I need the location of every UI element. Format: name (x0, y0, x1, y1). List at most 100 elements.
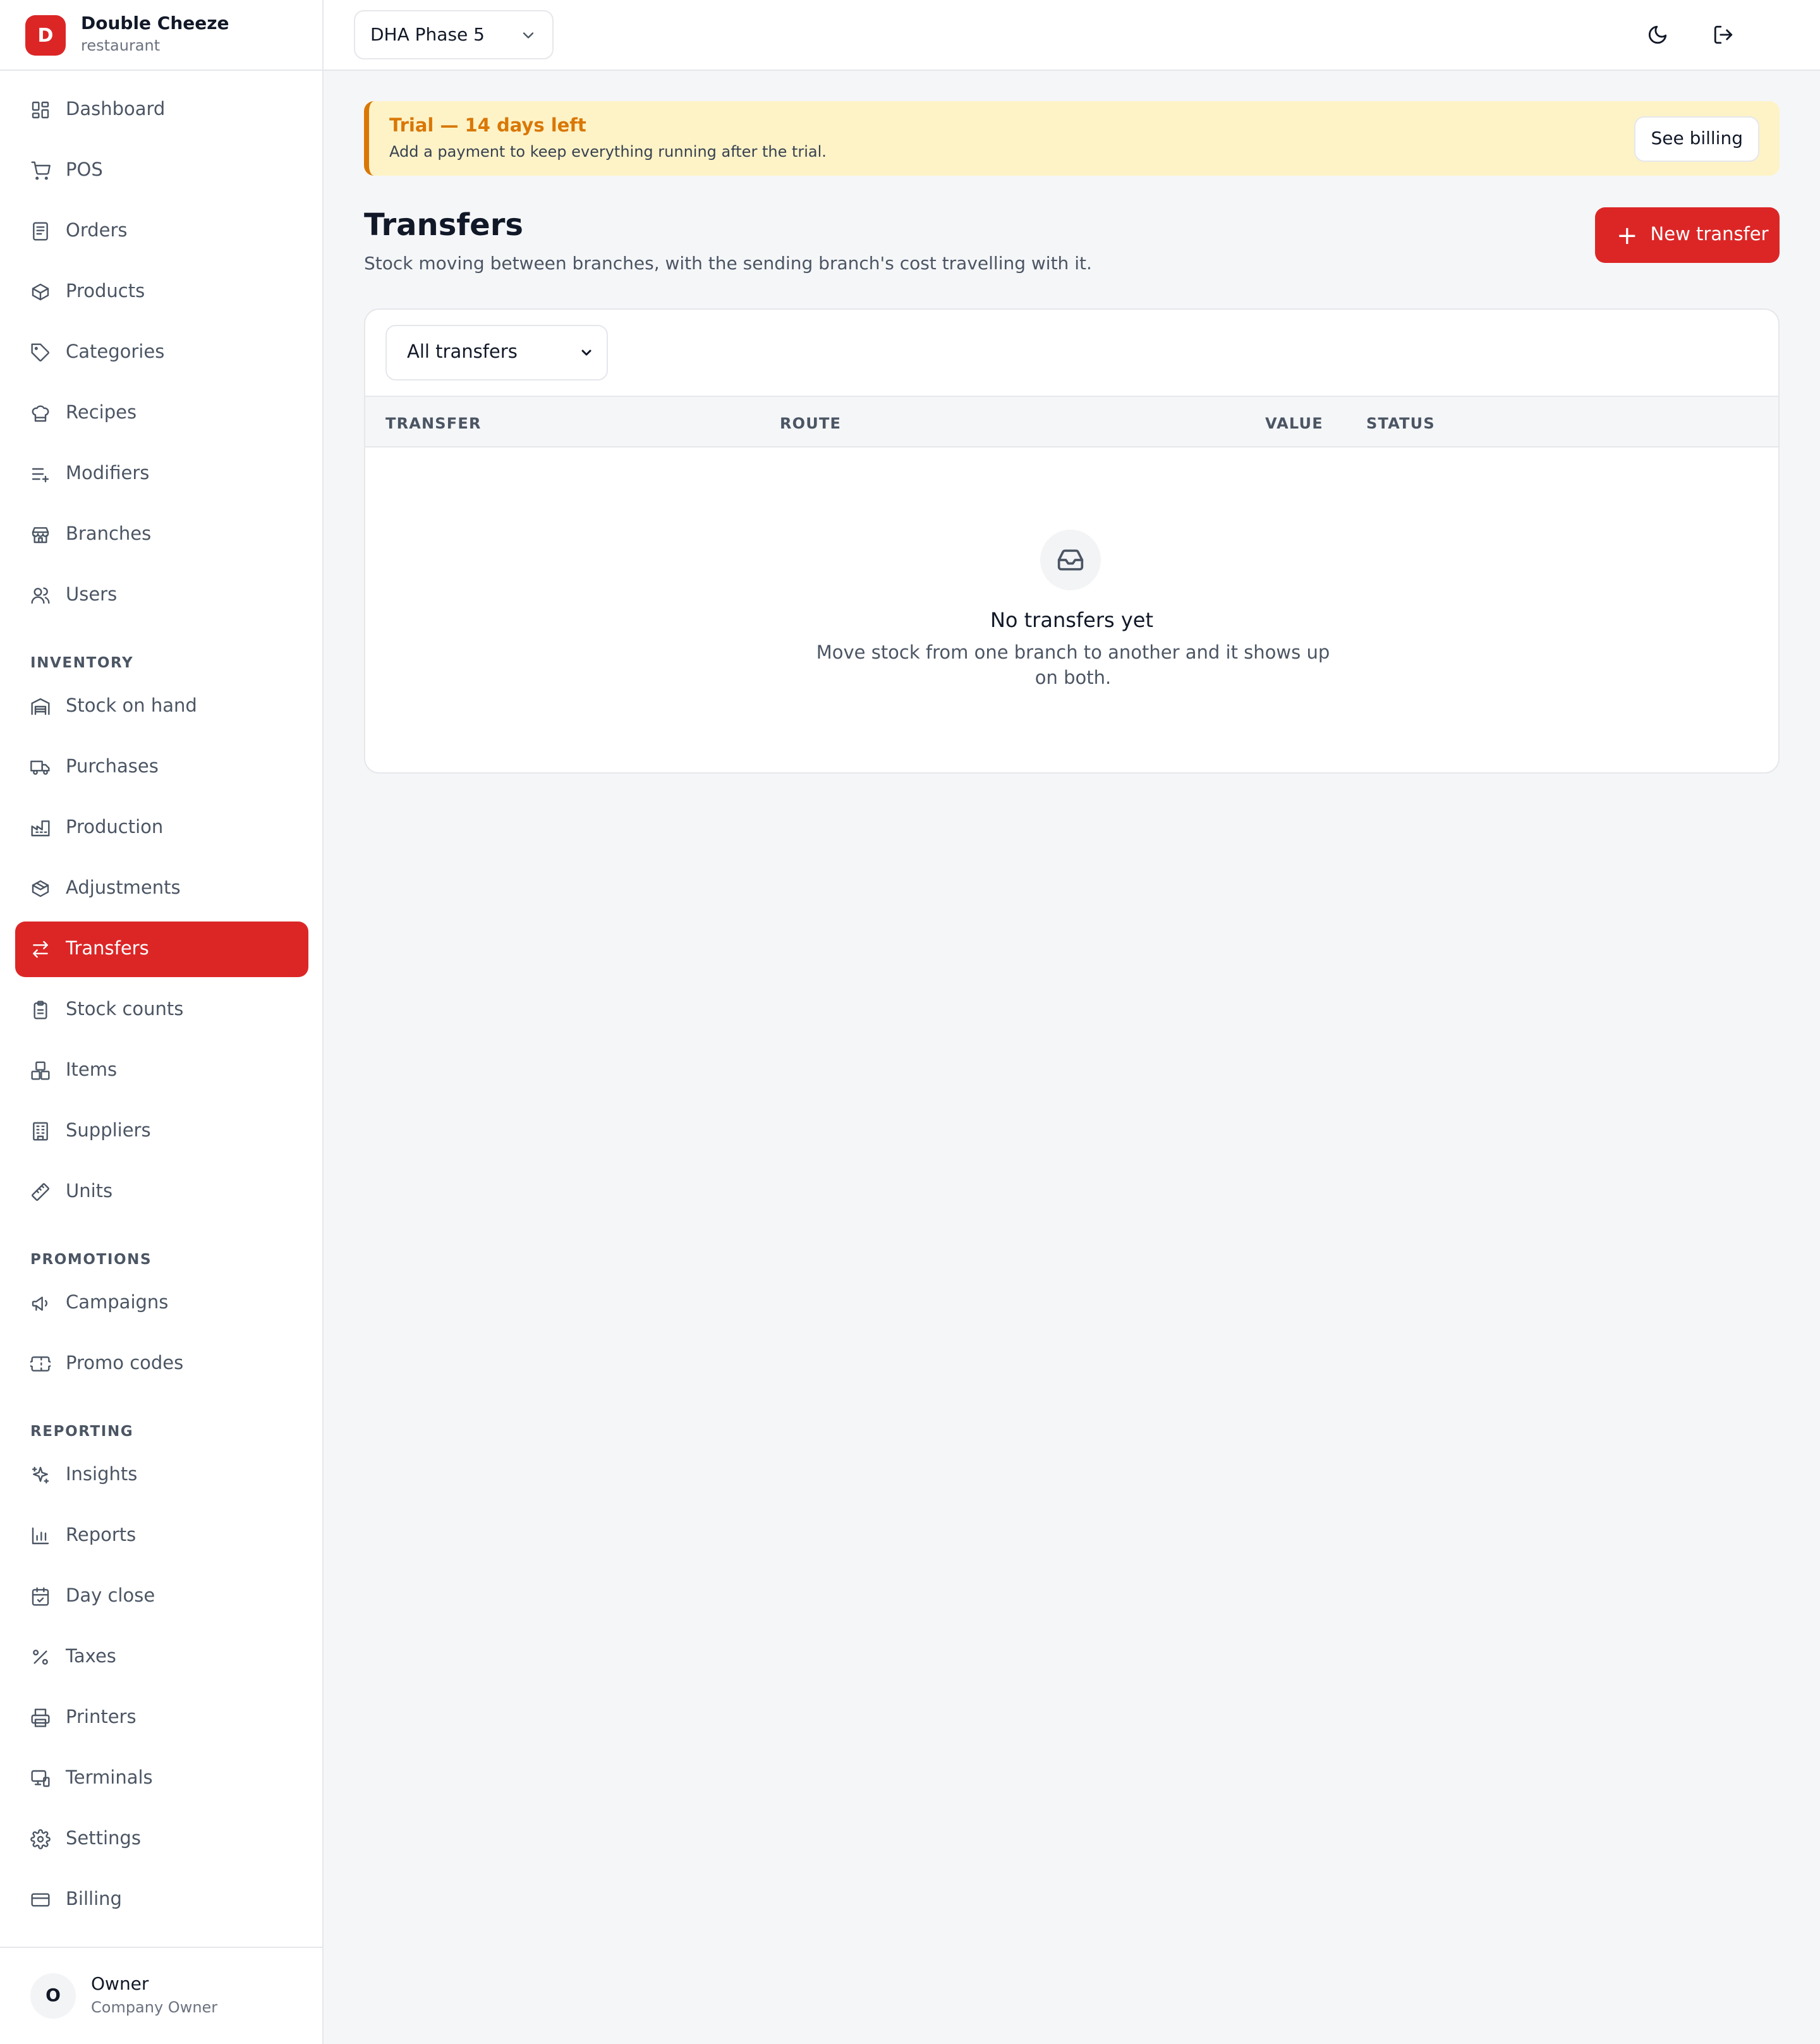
brand-type: restaurant (81, 37, 161, 54)
sidebar-item-label: Day close (66, 1586, 155, 1607)
sidebar-item-reports[interactable]: Reports (15, 1508, 308, 1564)
main-content: Trial — 14 days left Add a payment to ke… (364, 101, 1780, 774)
calendar-check-icon (30, 1586, 51, 1607)
sidebar-item-items[interactable]: Items (15, 1043, 308, 1098)
see-billing-button[interactable]: See billing (1634, 116, 1759, 162)
column-header-status[interactable]: STATUS (1366, 415, 1435, 432)
sidebar-item-pos[interactable]: POS (15, 143, 308, 198)
percent-icon (30, 1647, 51, 1667)
sidebar-item-production[interactable]: Production (15, 800, 308, 856)
store-icon (30, 525, 51, 545)
tag-icon (30, 343, 51, 363)
truck-icon (30, 757, 51, 777)
sidebar-item-label: Categories (66, 343, 165, 363)
theme-toggle-moon-icon[interactable] (1643, 20, 1671, 48)
printer-icon (30, 1708, 51, 1728)
sidebar-item-terminals[interactable]: Terminals (15, 1751, 308, 1806)
sidebar-item-label: Printers (66, 1708, 136, 1728)
sidebar-item-label: Reports (66, 1526, 136, 1546)
sidebar: D Double Cheeze restaurant Dashboard POS O… (0, 0, 324, 2044)
chef-hat-icon (30, 403, 51, 423)
sidebar-item-insights[interactable]: Insights (15, 1447, 308, 1503)
sidebar-item-dashboard[interactable]: Dashboard (15, 82, 308, 138)
list-plus-icon (30, 464, 51, 484)
trial-subtitle: Add a payment to keep everything running… (389, 143, 827, 161)
box-icon (30, 282, 51, 302)
sidebar-item-branches[interactable]: Branches (15, 507, 308, 563)
credit-card-icon (30, 1890, 51, 1910)
sidebar-item-label: Settings (66, 1829, 141, 1849)
column-header-transfer[interactable]: TRANSFER (385, 415, 482, 432)
user-name: Owner (91, 1974, 149, 1995)
empty-state-subtitle: Move stock from one branch to another an… (816, 643, 1330, 689)
empty-state-title: No transfers yet (990, 608, 1154, 632)
sidebar-item-purchases[interactable]: Purchases (15, 739, 308, 795)
topbar: DHA Phase 5 (324, 0, 1820, 71)
sidebar-item-label: Transfers (66, 939, 149, 959)
sidebar-item-users[interactable]: Users (15, 568, 308, 623)
transfer-filter-select[interactable]: All transfers (385, 325, 608, 380)
sidebar-nav: Dashboard POS Orders Products Categories Reci… (0, 82, 324, 1933)
column-header-route[interactable]: ROUTE (780, 415, 841, 432)
user-profile[interactable]: O Owner Company Owner (0, 1947, 324, 2044)
brand-header[interactable]: D Double Cheeze restaurant (0, 0, 322, 71)
sidebar-item-transfers[interactable]: Transfers (15, 922, 308, 977)
receipt-icon (30, 221, 51, 241)
inbox-icon (1040, 530, 1101, 590)
sidebar-item-settings[interactable]: Settings (15, 1811, 308, 1867)
brand-name: Double Cheeze (81, 14, 229, 34)
branch-selector-label: DHA Phase 5 (370, 25, 485, 45)
sidebar-item-campaigns[interactable]: Campaigns (15, 1275, 308, 1331)
sidebar-item-label: Stock on hand (66, 697, 197, 717)
sidebar-item-label: Insights (66, 1465, 138, 1485)
factory-icon (30, 818, 51, 838)
sidebar-item-orders[interactable]: Orders (15, 204, 308, 259)
sidebar-item-recipes[interactable]: Recipes (15, 386, 308, 441)
building-icon (30, 1121, 51, 1141)
trial-banner: Trial — 14 days left Add a payment to ke… (364, 101, 1780, 176)
cart-icon (30, 161, 51, 181)
sidebar-item-stock-counts[interactable]: Stock counts (15, 982, 308, 1038)
clipboard-icon (30, 1000, 51, 1020)
sidebar-item-categories[interactable]: Categories (15, 325, 308, 380)
sidebar-item-suppliers[interactable]: Suppliers (15, 1104, 308, 1159)
sidebar-item-label: Orders (66, 221, 128, 241)
megaphone-icon (30, 1293, 51, 1313)
ticket-icon (30, 1354, 51, 1374)
sidebar-item-label: Users (66, 585, 118, 605)
brand-logo: D (25, 15, 66, 55)
sidebar-item-label: Campaigns (66, 1293, 169, 1313)
sidebar-item-label: Dashboard (66, 100, 166, 120)
plus-icon: + (1617, 220, 1638, 250)
sidebar-item-products[interactable]: Products (15, 264, 308, 320)
new-transfer-button[interactable]: + New transfer (1595, 207, 1780, 263)
sidebar-item-label: Recipes (66, 403, 137, 423)
sidebar-item-billing[interactable]: Billing (15, 1872, 308, 1928)
new-transfer-label: New transfer (1650, 225, 1769, 245)
sidebar-item-printers[interactable]: Printers (15, 1690, 308, 1746)
sidebar-item-adjustments[interactable]: Adjustments (15, 861, 308, 916)
page-title: Transfers (364, 207, 523, 243)
bar-chart-icon (30, 1526, 51, 1546)
sidebar-item-label: Promo codes (66, 1354, 184, 1374)
sidebar-item-modifiers[interactable]: Modifiers (15, 446, 308, 502)
sidebar-item-label: Taxes (66, 1647, 116, 1667)
sidebar-item-units[interactable]: Units (15, 1164, 308, 1220)
sidebar-item-label: Purchases (66, 757, 159, 777)
sidebar-item-promo-codes[interactable]: Promo codes (15, 1336, 308, 1392)
branch-selector[interactable]: DHA Phase 5 (354, 10, 554, 59)
nav-section-promotions: PROMOTIONS (30, 1250, 152, 1268)
ruler-icon (30, 1182, 51, 1202)
monitor-icon (30, 1768, 51, 1789)
nav-section-reporting: REPORTING (30, 1422, 134, 1440)
sidebar-item-day-close[interactable]: Day close (15, 1569, 308, 1624)
sidebar-item-stock-on-hand[interactable]: Stock on hand (15, 679, 308, 734)
sidebar-item-label: Stock counts (66, 1000, 184, 1020)
column-header-value[interactable]: VALUE (1265, 415, 1323, 432)
sidebar-item-taxes[interactable]: Taxes (15, 1629, 308, 1685)
logout-icon[interactable] (1709, 20, 1737, 48)
trial-title: Trial — 14 days left (389, 116, 586, 137)
package-icon (30, 879, 51, 899)
transfers-table-card: All transfers TRANSFER ROUTE VALUE STATU… (364, 308, 1780, 774)
gear-icon (30, 1829, 51, 1849)
